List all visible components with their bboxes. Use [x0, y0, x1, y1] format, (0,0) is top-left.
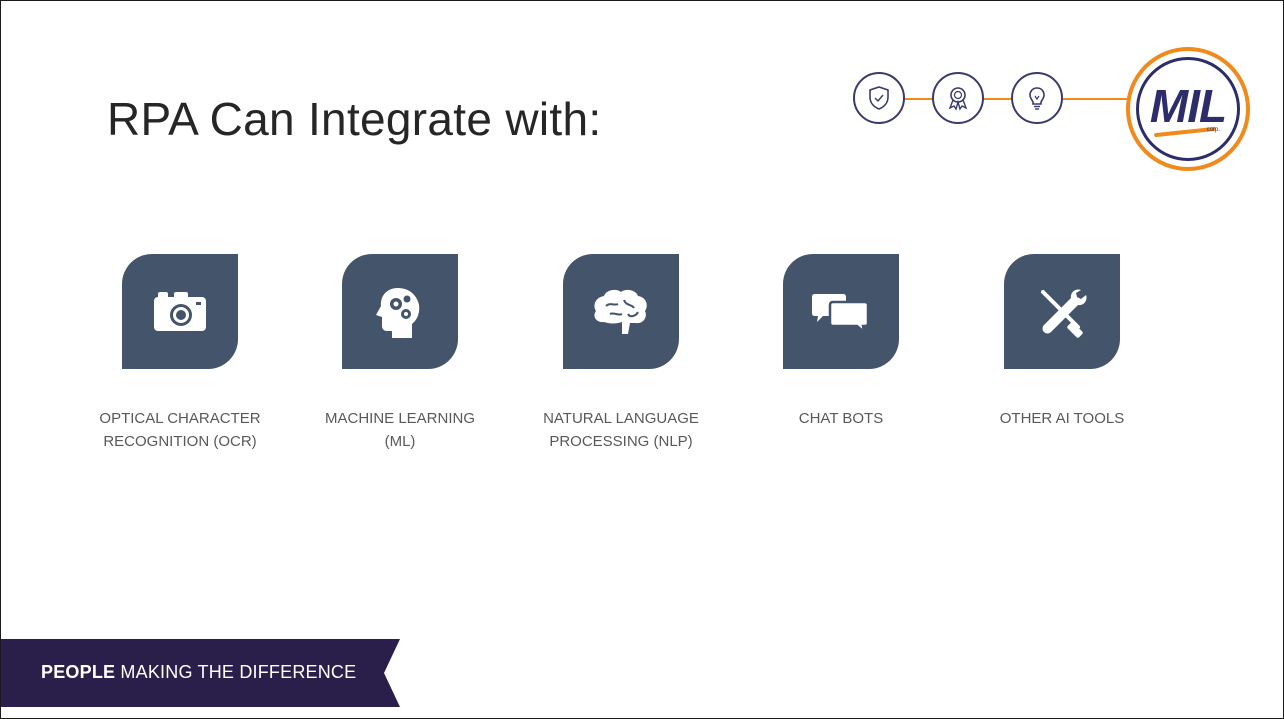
feature-tile-ml [342, 254, 458, 369]
feature-label-nlp: NATURAL LANGUAGE PROCESSING (NLP) [543, 410, 699, 450]
badge-connector-line [1063, 98, 1129, 100]
lightbulb-icon [1011, 72, 1063, 124]
brain-icon [594, 289, 647, 334]
head-gears-icon [376, 287, 420, 338]
feature-tile-nlp [563, 254, 679, 369]
logo-subtext: corp. [1206, 127, 1220, 133]
award-ribbon-icon [932, 72, 984, 124]
slide: RPA Can Integrate with: MIL corp. OPTICA… [0, 0, 1284, 719]
badge-connector-line [903, 98, 933, 100]
badge-connector-line [983, 98, 1013, 100]
feature-tile-ocr [122, 254, 238, 369]
feature-label-ocr: OPTICAL CHARACTER RECOGNITION (OCR) [99, 410, 261, 450]
footer-tagline: PEOPLE MAKING THE DIFFERENCE [41, 662, 356, 683]
header-badges: MIL corp. [1, 1, 1283, 201]
chat-bubbles-icon [812, 293, 870, 335]
footer-ribbon: PEOPLE MAKING THE DIFFERENCE [1, 639, 401, 707]
logo-text: MIL [1149, 80, 1227, 132]
feature-tile-chatbots [783, 254, 899, 369]
feature-label-chatbots: CHAT BOTS [798, 410, 884, 427]
feature-label-ai-tools: OTHER AI TOOLS [999, 410, 1125, 427]
feature-label-ml: MACHINE LEARNING (ML) [324, 410, 476, 450]
camera-icon [154, 291, 206, 331]
feature-tile-ai-tools [1004, 254, 1120, 369]
footer-tagline-strong: PEOPLE [41, 662, 116, 682]
mil-corp-logo: MIL corp. [1126, 47, 1250, 171]
shield-check-icon [853, 72, 905, 124]
footer-tagline-rest: MAKING THE DIFFERENCE [115, 662, 357, 682]
tools-icon [1041, 288, 1087, 338]
